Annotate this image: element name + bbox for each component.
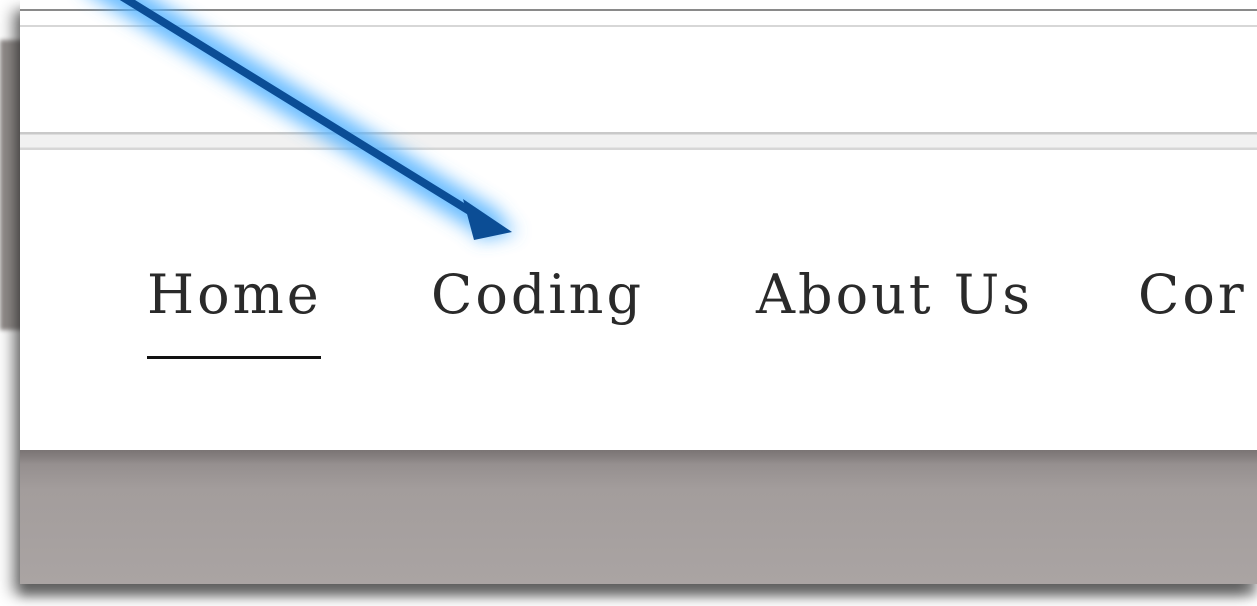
nav-item-about-us[interactable]: About Us bbox=[756, 268, 1033, 322]
header-divider bbox=[20, 132, 1257, 150]
main-navigation: Home Coding About Us Cor bbox=[20, 150, 1257, 450]
top-border bbox=[20, 9, 1257, 11]
header-band bbox=[20, 27, 1257, 132]
nav-item-home[interactable]: Home bbox=[147, 268, 322, 322]
screenshot-stage: Home Coding About Us Cor bbox=[0, 0, 1257, 606]
active-nav-underline bbox=[147, 356, 321, 359]
nav-item-contact-truncated[interactable]: Cor bbox=[1138, 268, 1247, 322]
nav-item-coding[interactable]: Coding bbox=[431, 268, 644, 322]
hero-image-strip bbox=[20, 450, 1257, 584]
zoomed-site-header: Home Coding About Us Cor bbox=[20, 0, 1257, 584]
